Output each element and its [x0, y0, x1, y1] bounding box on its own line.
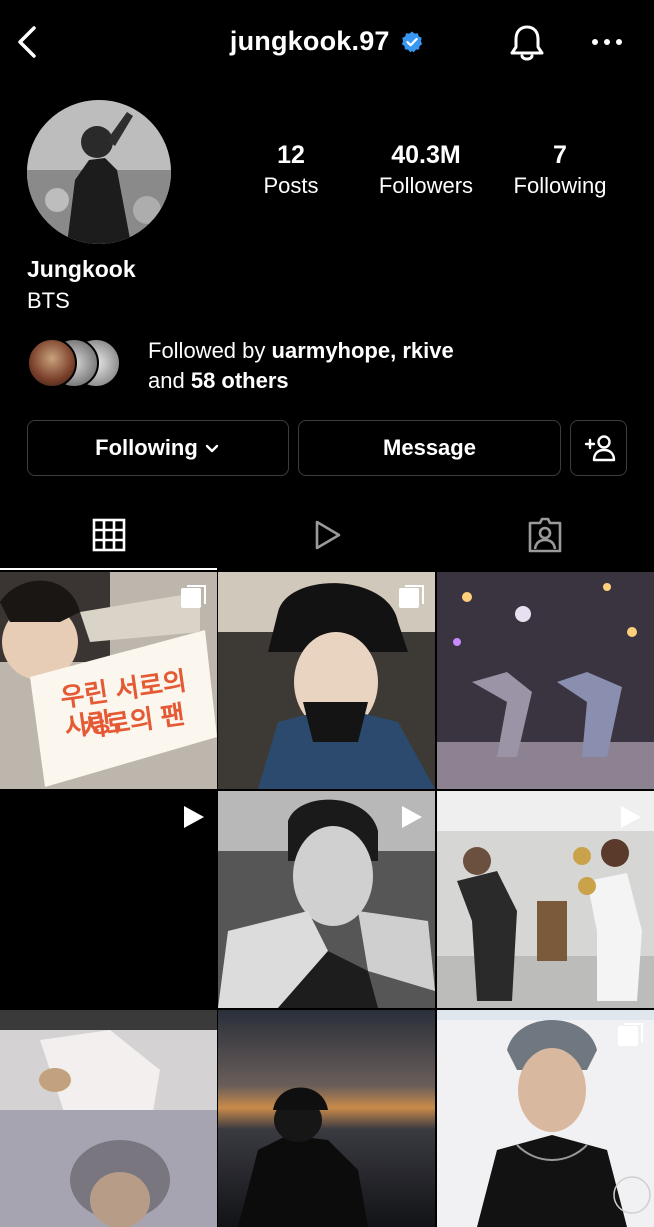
follower-avatar: [27, 338, 77, 388]
post-thumbnail[interactable]: [0, 1010, 217, 1227]
stat-label: Following: [513, 173, 607, 198]
post-thumbnail[interactable]: [218, 572, 435, 789]
post-thumbnail[interactable]: [437, 1010, 654, 1227]
title-wrap: jungkook.97: [0, 26, 654, 57]
post-thumbnail[interactable]: [437, 791, 654, 1008]
followed-by-names: uarmyhope, rkive: [271, 338, 454, 363]
tab-reels[interactable]: [218, 500, 436, 570]
followed-by-and: and: [148, 368, 191, 393]
stat-followers[interactable]: 40.3M Followers: [361, 140, 491, 202]
followed-by-text: Followed by uarmyhope, rkive and 58 othe…: [148, 336, 454, 396]
carousel-icon: [399, 585, 424, 608]
followed-by-row[interactable]: Followed by uarmyhope, rkive and 58 othe…: [27, 336, 627, 396]
more-horizontal-icon: [592, 39, 622, 45]
stat-posts[interactable]: 12 Posts: [226, 140, 356, 202]
chevron-down-icon: [205, 444, 219, 453]
post-thumbnail[interactable]: [0, 791, 217, 1008]
stat-value: 40.3M: [391, 141, 461, 169]
top-bar: jungkook.97: [0, 0, 654, 88]
profile-username: jungkook.97: [229, 26, 390, 56]
post-thumbnail[interactable]: [218, 1010, 435, 1227]
grid-icon: [92, 518, 126, 552]
profile-display-name: Jungkook: [27, 256, 136, 282]
followed-by-prefix: Followed by: [148, 338, 272, 363]
carousel-icon: [618, 1023, 643, 1046]
message-button[interactable]: Message: [298, 420, 561, 476]
video-icon: [402, 806, 422, 828]
profile-avatar[interactable]: [27, 100, 171, 244]
post-image: [437, 572, 654, 789]
profile-stats: 12 Posts 40.3M Followers 7 Following: [230, 140, 640, 210]
notifications-button[interactable]: [506, 22, 548, 64]
posts-grid: 우린 서로의 사랑, 서로의 팬: [0, 572, 654, 1227]
play-icon: [315, 520, 341, 550]
profile-tabs: [0, 500, 654, 570]
bell-icon: [510, 25, 544, 61]
tab-grid[interactable]: [0, 500, 218, 570]
post-image: [0, 1010, 217, 1227]
post-thumbnail[interactable]: [218, 791, 435, 1008]
following-button-label: Following: [95, 435, 198, 460]
stat-value: 12: [277, 141, 305, 169]
post-thumbnail[interactable]: 우린 서로의 사랑, 서로의 팬: [0, 572, 217, 789]
following-button[interactable]: Following: [27, 420, 289, 476]
post-thumbnail[interactable]: [437, 572, 654, 789]
message-button-label: Message: [383, 435, 476, 460]
verified-badge-icon: [401, 31, 423, 52]
post-image: [218, 1010, 435, 1227]
active-tab-indicator: [0, 568, 217, 570]
add-user-icon: [584, 435, 615, 462]
stat-value: 7: [553, 141, 567, 169]
tab-tagged[interactable]: [436, 500, 654, 570]
stat-label: Followers: [378, 173, 474, 198]
followed-by-others: 58 others: [190, 368, 289, 393]
more-options-button[interactable]: [586, 22, 628, 64]
stat-following[interactable]: 7 Following: [495, 140, 625, 202]
avatar-photo: [27, 100, 171, 244]
stat-label: Posts: [263, 173, 319, 198]
suggested-users-button[interactable]: [570, 420, 627, 476]
carousel-icon: [181, 585, 206, 608]
video-icon: [184, 806, 204, 828]
tagged-user-icon: [528, 517, 562, 553]
profile-bio: BTS: [27, 288, 70, 313]
video-icon: [621, 806, 641, 828]
